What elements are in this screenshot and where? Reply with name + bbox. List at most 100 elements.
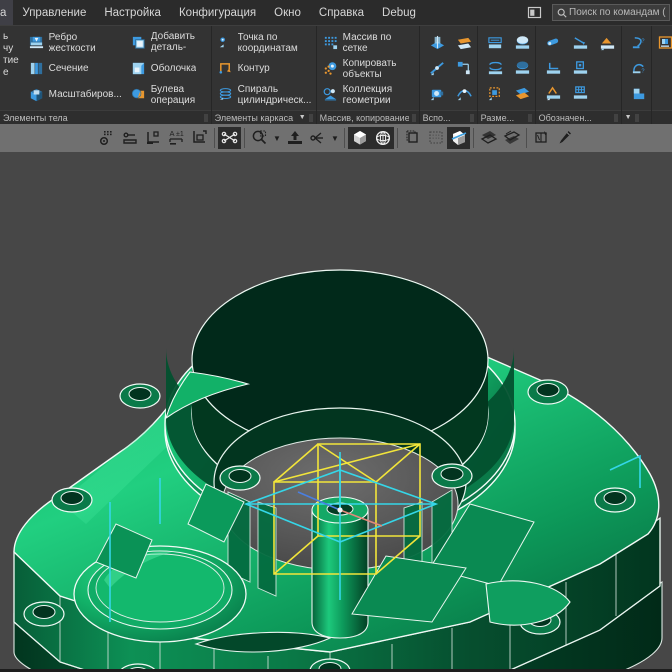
ribbon-group-grip[interactable]: [613, 113, 618, 122]
ribbon-item-label: Точка по координатам: [237, 31, 298, 54]
ribbon-item-create-drawing-by-model[interactable]: Созд... по м...: [656, 30, 672, 55]
ribbon-group-grip[interactable]: [634, 113, 639, 122]
restore-window-icon[interactable]: [523, 4, 546, 21]
linear-dimension-icon[interactable]: [483, 32, 508, 55]
svg-text:±1: ±1: [176, 131, 184, 138]
ribbon-item-contour[interactable]: Контур: [216, 56, 315, 81]
ribbon-item-stiffening-rib[interactable]: Ребро жесткости: [27, 30, 125, 55]
toolbar-group-light: [530, 127, 576, 149]
ribbon-group-grip[interactable]: [469, 113, 474, 122]
datum-target-icon[interactable]: [568, 57, 593, 80]
surface-finish-icon[interactable]: [541, 82, 566, 105]
dotted-selection-icon[interactable]: [424, 127, 447, 149]
polyline-nodes-icon[interactable]: [218, 127, 241, 149]
contour-icon: [218, 61, 234, 77]
point-by-coordinates-icon: [218, 35, 234, 51]
chevron-down-icon[interactable]: ▼: [329, 134, 341, 143]
radial-dimension-icon[interactable]: [510, 57, 535, 80]
camera-view-icon[interactable]: [425, 82, 450, 105]
menu-item-konfiguratsiya[interactable]: Конфигурация: [170, 0, 265, 25]
menu-bar: а Управление Настройка Конфигурация Окно…: [0, 0, 672, 25]
toolbar-group-display-mode: [348, 127, 394, 149]
tolerance-frame-icon[interactable]: [541, 57, 566, 80]
light-source-icon[interactable]: [530, 127, 553, 149]
menu-item-clipped[interactable]: а: [0, 0, 14, 25]
hidden-lines-icon[interactable]: [401, 127, 424, 149]
view-toolbar: A ±1 ▼ ▼: [0, 124, 672, 152]
chevron-down-icon[interactable]: ▼: [625, 114, 632, 121]
ribbon-group-footer: ▼: [621, 110, 651, 124]
leader-note-icon[interactable]: [595, 32, 620, 55]
ribbon-item-label: Масштабиров...: [48, 89, 122, 100]
snap-corner-icon[interactable]: [142, 127, 165, 149]
sheet-bend-icon[interactable]: ?: [627, 32, 652, 55]
color-picker-pen-icon[interactable]: [553, 127, 576, 149]
menu-item-list: а Управление Настройка Конфигурация Окно…: [0, 0, 425, 25]
search-input[interactable]: Поиск по командам (: [552, 4, 670, 21]
offset-plane-icon[interactable]: [425, 32, 450, 55]
local-csys-icon[interactable]: [452, 57, 477, 80]
toolbar-separator: [473, 128, 474, 148]
menu-item-spravka[interactable]: Справка: [310, 0, 373, 25]
chevron-down-icon[interactable]: ▼: [271, 134, 283, 143]
toolbar-separator: [526, 128, 527, 148]
diameter-dimension-icon[interactable]: [483, 57, 508, 80]
snap-line-icon[interactable]: [119, 127, 142, 149]
roughness-icon[interactable]: [541, 32, 566, 55]
ribbon-group-grip[interactable]: [411, 113, 416, 122]
weld-symbol-icon[interactable]: [568, 82, 593, 105]
auto-dimension-icon[interactable]: [483, 82, 508, 105]
settings-grid-icon[interactable]: [96, 127, 119, 149]
toolbar-separator: [244, 128, 245, 148]
menu-item-debug[interactable]: Debug: [373, 0, 425, 25]
ribbon-group-footer: Массив, копирование: [316, 110, 419, 124]
ribbon-item-section[interactable]: Сечение: [27, 56, 125, 81]
ribbon-item-add-stock-part[interactable]: Добавить деталь-заготов...: [129, 30, 207, 55]
ribbon-group-grip[interactable]: [203, 113, 208, 122]
axis-icon[interactable]: [425, 57, 450, 80]
base-marker-icon[interactable]: [568, 32, 593, 55]
search-placeholder-text: Поиск по командам (: [569, 7, 666, 18]
3d-model-viewport[interactable]: [0, 152, 672, 672]
menu-item-okno[interactable]: Окно: [265, 0, 310, 25]
text-size-icon[interactable]: A ±1: [165, 127, 188, 149]
ribbon-group-wireframe-elements: Точка по координатам Контур Спираль цили…: [211, 26, 317, 124]
point-on-curve-icon[interactable]: [452, 82, 477, 105]
surface-dimension-icon[interactable]: [510, 82, 535, 105]
add-stock-part-icon: [131, 35, 147, 51]
ribbon-item-grid-array[interactable]: Массив по сетке: [321, 30, 400, 55]
gearbox-housing-model: [13, 269, 663, 672]
ribbon-item-point-by-coordinates[interactable]: Точка по координатам: [216, 30, 315, 55]
shaded-cube-icon[interactable]: [348, 127, 371, 149]
ribbon-group-grip[interactable]: [527, 113, 532, 122]
chevron-down-icon[interactable]: ▼: [299, 114, 306, 121]
plane-through-edge-icon[interactable]: [452, 32, 477, 55]
shading-layers-icon[interactable]: [477, 127, 500, 149]
ribbon-item-shell[interactable]: Оболочка: [129, 56, 207, 81]
create-drawing-icon: [658, 35, 672, 51]
ribbon-item-copy-objects[interactable]: Копировать объекты: [321, 56, 400, 81]
sheet-unbend-icon[interactable]: ?: [627, 57, 652, 80]
frame-corner-icon[interactable]: [188, 127, 211, 149]
ribbon-group-label: Разме...: [480, 112, 515, 123]
ribbon-item-boolean-operation[interactable]: Булева операция: [129, 82, 207, 107]
ribbon-column-array-1: Массив по сетке Копировать объекты Колле…: [319, 30, 402, 107]
rotate-axes-icon[interactable]: [306, 127, 329, 149]
ribbon-item-cylindrical-spiral[interactable]: Спираль цилиндрическ...: [216, 82, 315, 107]
ribbon-item-scale-body[interactable]: Масштабиров...: [27, 82, 125, 107]
stiffening-rib-icon: [29, 35, 45, 51]
ribbon-group-footer: Вспо...: [419, 110, 477, 124]
wireframe-sphere-icon[interactable]: [371, 127, 394, 149]
menu-item-nastroyka[interactable]: Настройка: [95, 0, 170, 25]
transparency-icon[interactable]: [500, 127, 523, 149]
zoom-window-icon[interactable]: [248, 127, 271, 149]
arc-dimension-icon[interactable]: [510, 32, 535, 55]
zoom-fit-icon[interactable]: [283, 127, 306, 149]
ribbon-group-create-by-model: Созд... по м... Че: [651, 26, 672, 124]
ribbon-item-geometry-collection[interactable]: Коллекция геометрии: [321, 82, 400, 107]
menu-item-upravlenie[interactable]: Управление: [13, 0, 95, 25]
sheet-body-icon[interactable]: [627, 82, 652, 105]
ribbon-group-grip[interactable]: [308, 113, 313, 122]
ribbon-group-label: Массив, копирование: [319, 112, 409, 123]
section-view-icon[interactable]: [447, 127, 470, 149]
